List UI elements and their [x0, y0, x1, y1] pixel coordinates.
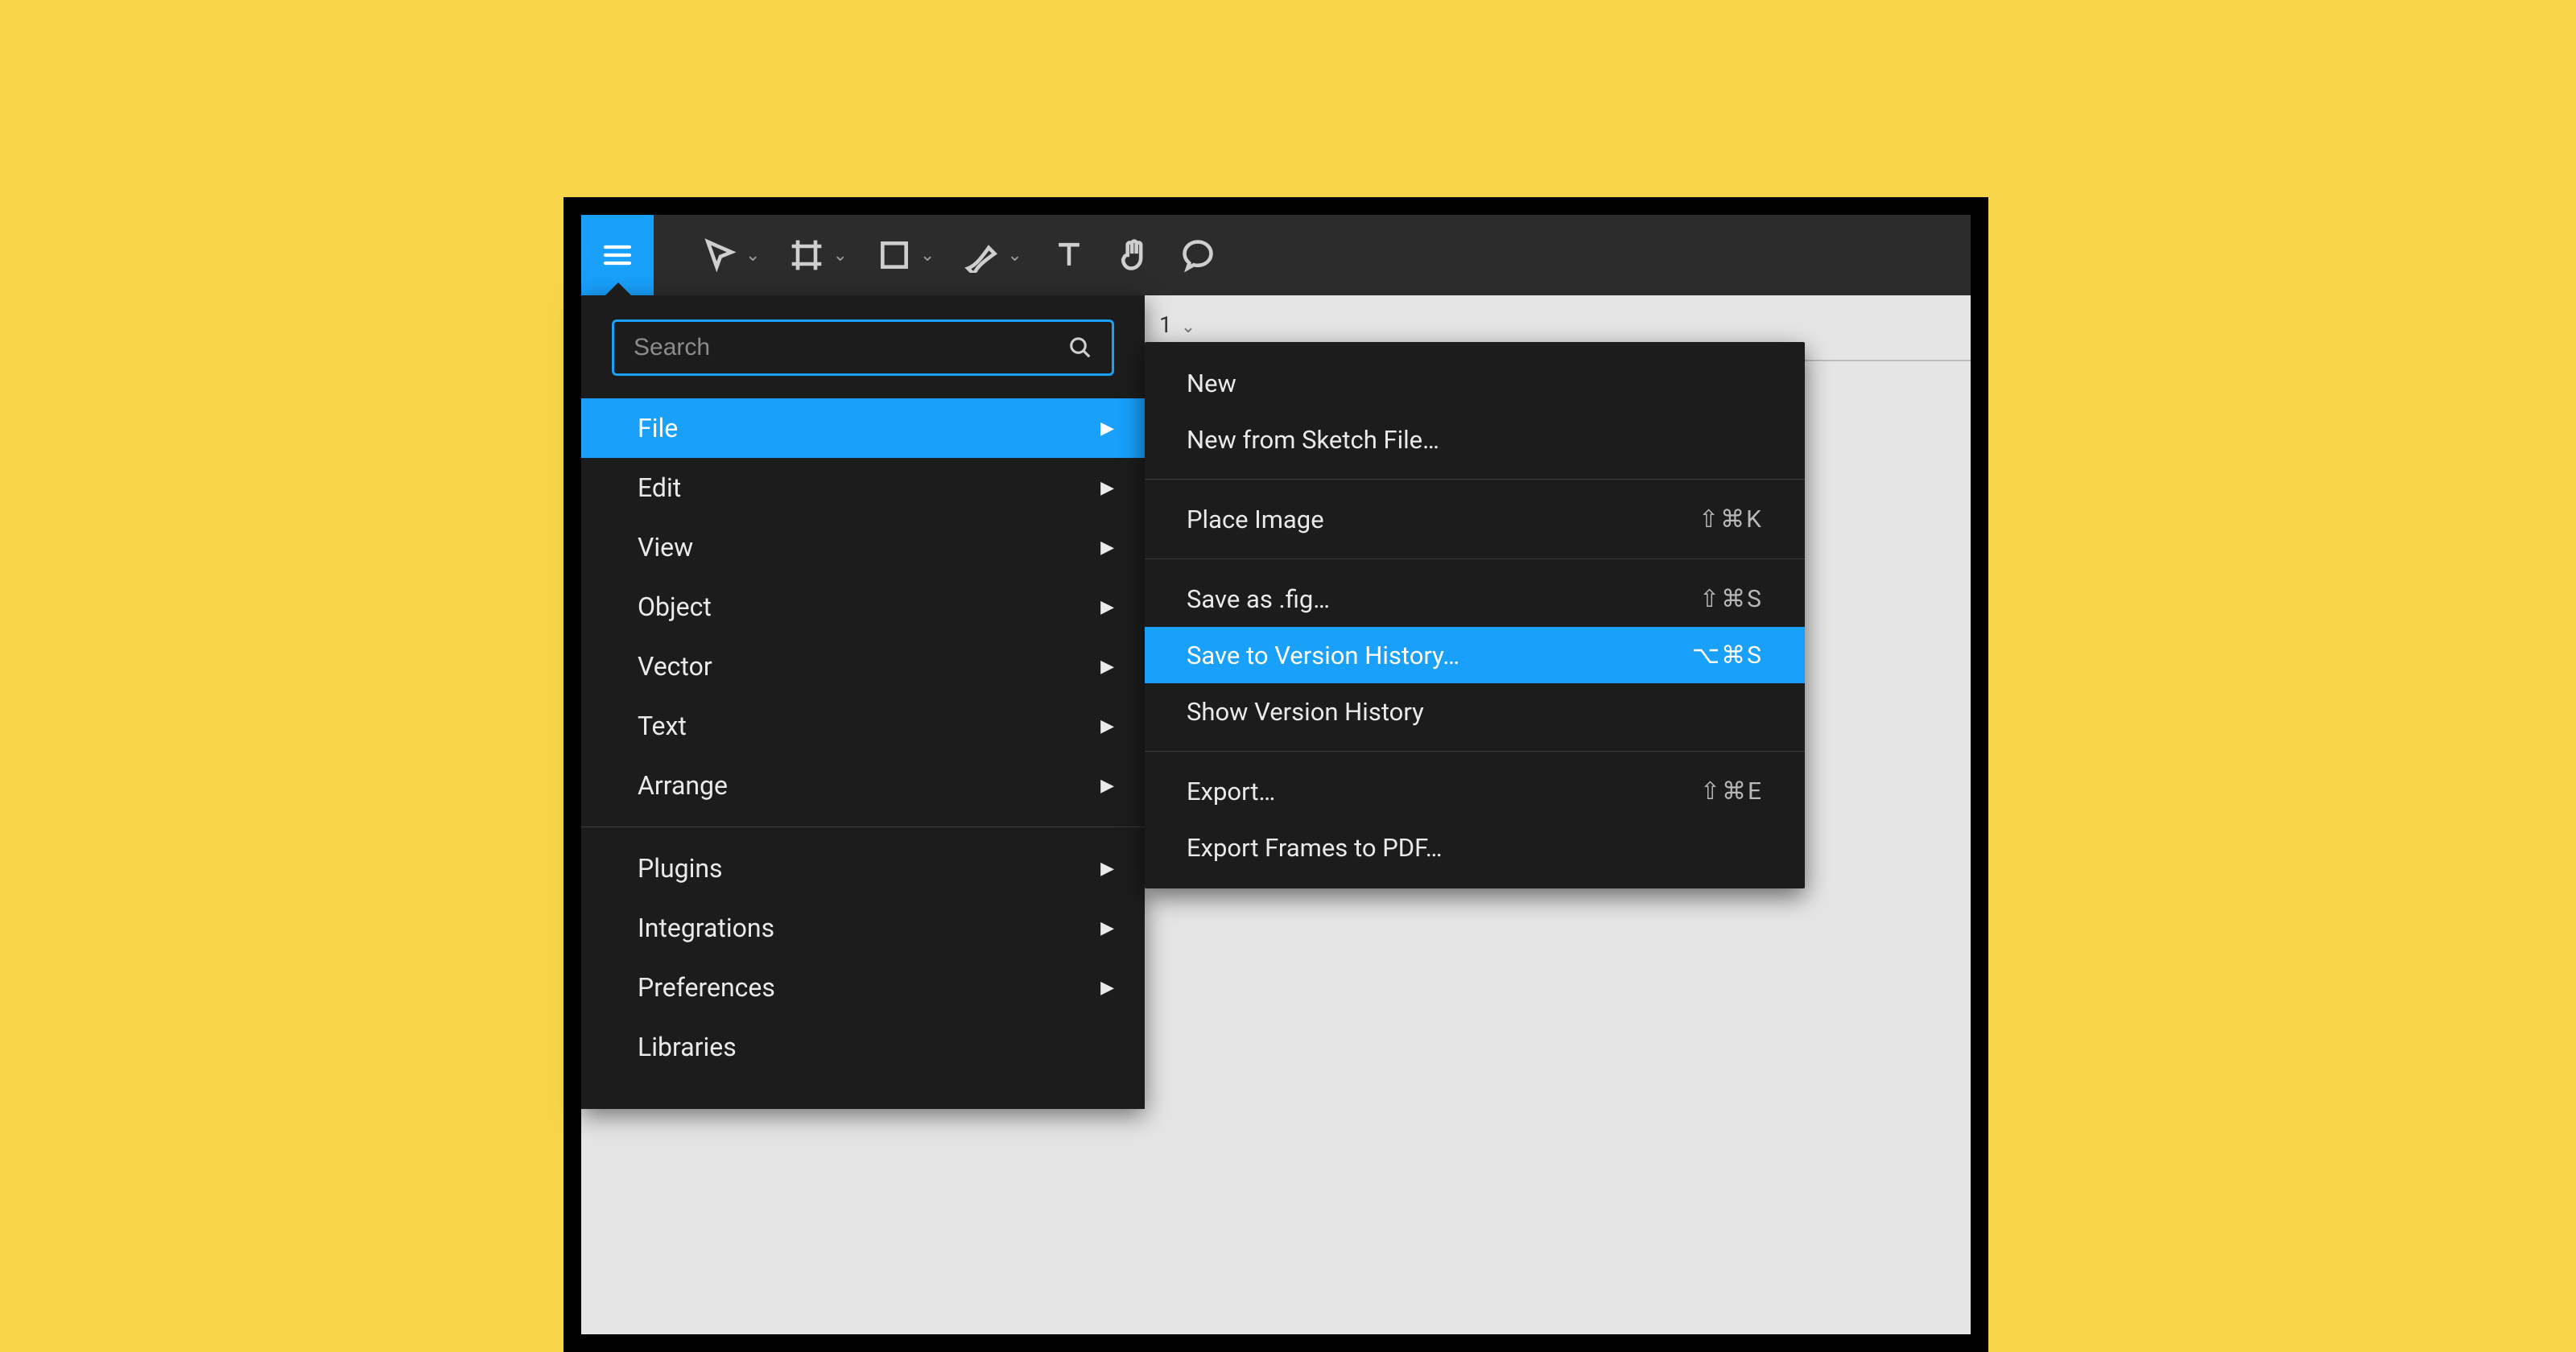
app-window: ⌄ ⌄ ⌄ ⌄ 1 ⌄ — [564, 197, 1988, 1352]
submenu-item-export-frames-to-pdf[interactable]: Export Frames to PDF… — [1145, 819, 1805, 876]
menu-item-label: Text — [638, 711, 687, 741]
cursor-icon — [702, 237, 737, 273]
keyboard-shortcut: ⇧⌘K — [1699, 505, 1763, 534]
menu-item-label: Libraries — [638, 1032, 737, 1062]
submenu-arrow-icon: ▶ — [1100, 978, 1114, 998]
menu-item-arrange[interactable]: Arrange ▶ — [581, 756, 1145, 815]
menu-item-object[interactable]: Object ▶ — [581, 577, 1145, 637]
submenu-separator — [1145, 751, 1805, 752]
menu-item-label: Edit — [638, 472, 681, 503]
submenu-item-new-from-sketch-file[interactable]: New from Sketch File… — [1145, 411, 1805, 468]
shape-tool[interactable]: ⌄ — [877, 237, 935, 273]
toolbar: ⌄ ⌄ ⌄ ⌄ — [581, 215, 1971, 295]
comment-icon — [1180, 237, 1216, 273]
frame-icon — [789, 237, 824, 273]
submenu-item-label: Save as .fig… — [1187, 584, 1330, 614]
submenu-item-label: Show Version History — [1187, 697, 1424, 727]
tool-strip: ⌄ ⌄ ⌄ ⌄ — [702, 237, 1216, 273]
search-icon — [1068, 336, 1092, 360]
chevron-down-icon: ⌄ — [832, 245, 847, 266]
hamburger-icon — [601, 239, 634, 271]
menu-item-label: Preferences — [638, 972, 775, 1003]
menu-item-text[interactable]: Text ▶ — [581, 696, 1145, 756]
menu-separator — [581, 826, 1145, 827]
submenu-arrow-icon: ▶ — [1100, 538, 1114, 558]
submenu-item-label: Place Image — [1187, 505, 1324, 534]
submenu-arrow-icon: ▶ — [1100, 716, 1114, 736]
menu-item-file[interactable]: File ▶ — [581, 398, 1145, 458]
menu-item-label: Vector — [638, 651, 712, 682]
hand-tool[interactable] — [1116, 237, 1151, 273]
submenu-item-export[interactable]: Export… ⇧⌘E — [1145, 763, 1805, 819]
submenu-arrow-icon: ▶ — [1100, 859, 1114, 879]
submenu-arrow-icon: ▶ — [1100, 597, 1114, 617]
submenu-item-label: New from Sketch File… — [1187, 425, 1439, 455]
pen-tool[interactable]: ⌄ — [964, 237, 1022, 273]
chevron-down-icon: ⌄ — [1007, 245, 1022, 266]
submenu-arrow-icon: ▶ — [1100, 918, 1114, 938]
tab-label-fragment: 1 — [1159, 311, 1172, 338]
menu-item-label: Integrations — [638, 913, 774, 943]
menu-item-integrations[interactable]: Integrations ▶ — [581, 898, 1145, 958]
submenu-item-new[interactable]: New — [1145, 355, 1805, 411]
pen-icon — [964, 237, 999, 273]
page-tab[interactable]: 1 ⌄ — [1159, 311, 1195, 338]
menu-item-libraries[interactable]: Libraries — [581, 1017, 1145, 1077]
submenu-arrow-icon: ▶ — [1100, 776, 1114, 796]
submenu-item-label: Export… — [1187, 777, 1275, 806]
submenu-item-save-as-fig[interactable]: Save as .fig… ⇧⌘S — [1145, 571, 1805, 627]
chevron-down-icon: ⌄ — [920, 245, 935, 266]
move-tool[interactable]: ⌄ — [702, 237, 760, 273]
submenu-item-save-to-version-history[interactable]: Save to Version History… ⌥⌘S — [1145, 627, 1805, 683]
menu-item-label: Plugins — [638, 853, 723, 884]
main-menu: File▶Edit▶View▶Object▶Vector▶Text▶Arrang… — [581, 295, 1145, 1109]
menu-item-edit[interactable]: Edit ▶ — [581, 458, 1145, 517]
search-wrap — [581, 295, 1145, 398]
submenu-item-show-version-history[interactable]: Show Version History — [1145, 683, 1805, 740]
submenu-item-label: Save to Version History… — [1187, 641, 1459, 670]
menu-item-label: Arrange — [638, 770, 728, 801]
menu-notch — [605, 282, 631, 295]
keyboard-shortcut: ⌥⌘S — [1692, 641, 1763, 670]
file-submenu: New New from Sketch File… Place Image ⇧⌘K Sa… — [1145, 342, 1805, 888]
submenu-item-label: New — [1187, 369, 1236, 398]
text-tool[interactable] — [1051, 237, 1087, 273]
text-icon — [1051, 237, 1087, 273]
menu-item-preferences[interactable]: Preferences ▶ — [581, 958, 1145, 1017]
comment-tool[interactable] — [1180, 237, 1216, 273]
submenu-item-place-image[interactable]: Place Image ⇧⌘K — [1145, 491, 1805, 547]
rectangle-icon — [877, 237, 912, 273]
hand-icon — [1116, 237, 1151, 273]
menu-item-vector[interactable]: Vector ▶ — [581, 637, 1145, 696]
keyboard-shortcut: ⇧⌘E — [1700, 777, 1763, 806]
keyboard-shortcut: ⇧⌘S — [1699, 585, 1763, 613]
submenu-arrow-icon: ▶ — [1100, 478, 1114, 498]
menu-item-view[interactable]: View ▶ — [581, 517, 1145, 577]
menu-item-label: File — [638, 413, 678, 443]
menu-item-plugins[interactable]: Plugins ▶ — [581, 839, 1145, 898]
search-input[interactable] — [634, 334, 1068, 361]
chevron-down-icon: ⌄ — [1181, 317, 1195, 337]
submenu-arrow-icon: ▶ — [1100, 418, 1114, 439]
menu-item-label: Object — [638, 592, 712, 622]
menu-search[interactable] — [612, 319, 1114, 376]
chevron-down-icon: ⌄ — [745, 245, 760, 266]
submenu-item-label: Export Frames to PDF… — [1187, 833, 1442, 863]
menu-item-label: View — [638, 532, 693, 563]
frame-tool[interactable]: ⌄ — [789, 237, 847, 273]
submenu-arrow-icon: ▶ — [1100, 657, 1114, 677]
submenu-separator — [1145, 479, 1805, 480]
